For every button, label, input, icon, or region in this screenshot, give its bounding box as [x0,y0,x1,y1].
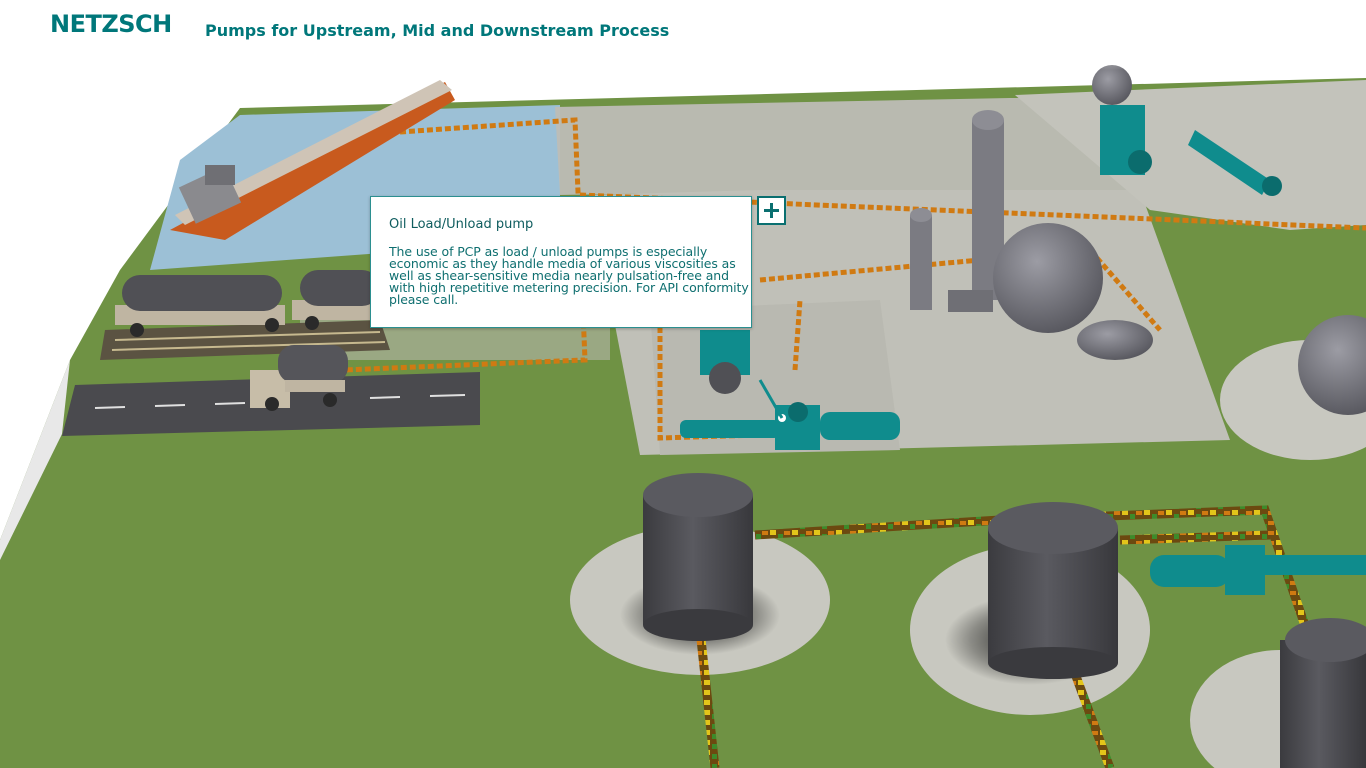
popup-title: Oil Load/Unload pump [389,217,534,232]
storage-sphere-1 [993,223,1103,333]
storage-tank-2 [988,502,1118,679]
netzsch-logo[interactable]: NETZSCH [50,10,172,38]
popup-description: The use of PCP as load / unload pumps is… [389,244,749,307]
storage-drum [1077,320,1153,360]
storage-tank-3 [1280,618,1366,768]
top-vessel [1092,65,1132,105]
plant-scene[interactable] [0,0,1366,768]
pump-top-vertical [1100,105,1152,175]
header: NETZSCH Pumps for Upstream, Mid and Down… [0,0,1366,70]
pump-info-popup: Oil Load/Unload pump The use of PCP as l… [370,196,752,328]
distillation-column-small [910,208,932,310]
storage-tank-1 [643,473,753,641]
expand-button[interactable] [757,196,786,225]
page-title: Pumps for Upstream, Mid and Downstream P… [205,21,670,40]
